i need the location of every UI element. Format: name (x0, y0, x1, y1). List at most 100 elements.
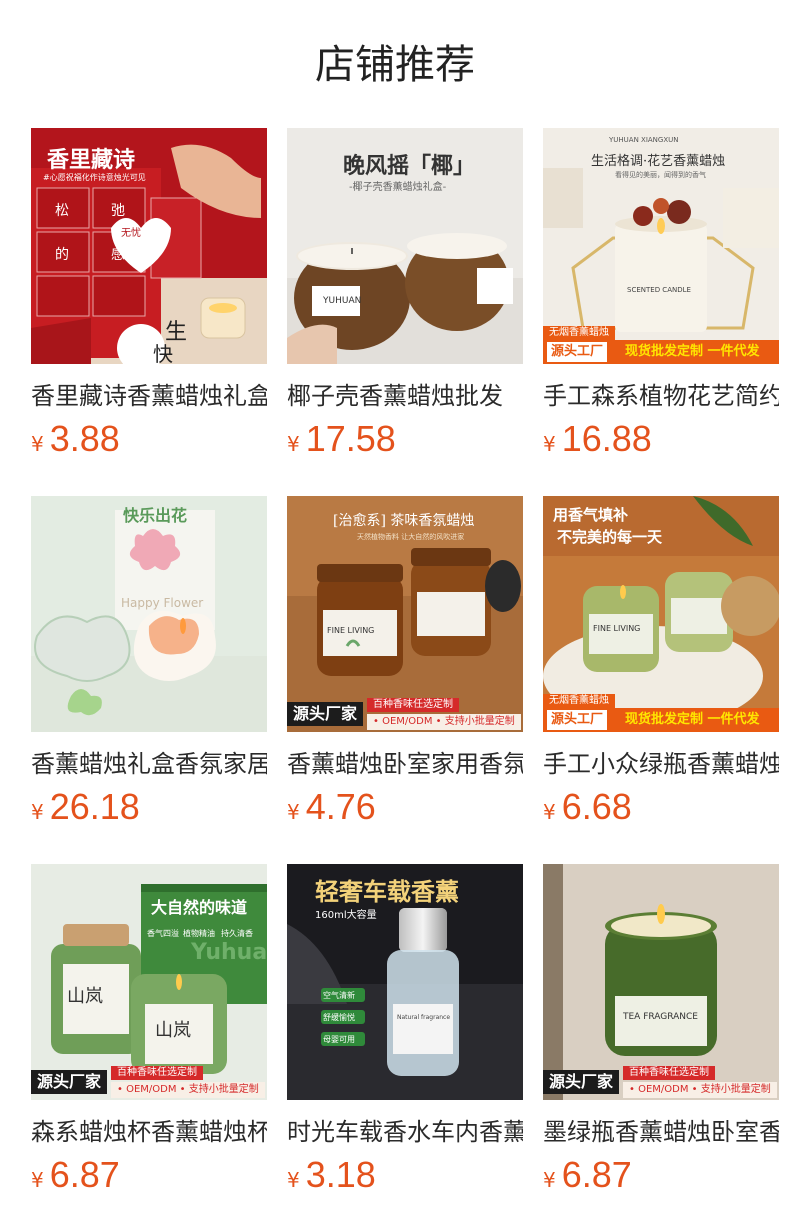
price-value: 6.87 (49, 1154, 120, 1195)
custom-badge: 百种香味任选定制 (623, 1066, 715, 1080)
product-name[interactable]: 香里藏诗香薰蜡烛礼盒 (31, 380, 267, 412)
box-text: 快乐出花 (123, 506, 188, 525)
page-title: 店铺推荐 (315, 42, 475, 88)
jar-label: FINE LIVING (593, 624, 641, 633)
image-subtitle: -椰子壳香薰蜡烛礼盒- (349, 182, 447, 193)
promo-small-tag: 无烟香薰蜡烛 (543, 694, 615, 708)
product-image[interactable]: 快乐出花 Happy Flower (31, 496, 267, 732)
price-value: 3.18 (305, 1154, 376, 1195)
promo-factory-tag: 源头工厂 (547, 342, 608, 362)
jar-label: TEA FRAGRANCE (623, 1012, 698, 1022)
product-price: ¥17.58 (287, 418, 396, 460)
jar-label: YUHUAN (323, 296, 362, 306)
image-tile-text: 快 (153, 342, 173, 364)
image-subtitle: #心愿祝福化作诗意烛光可见 (43, 173, 146, 182)
currency-symbol: ¥ (31, 800, 44, 824)
price-value: 6.87 (561, 1154, 632, 1195)
promo-offer-text: 现货批发定制 一件代发 (625, 712, 760, 727)
factory-badge: 源头厂家 (31, 1070, 108, 1094)
image-title: 香里藏诗 (47, 147, 136, 173)
factory-badge: 源头厂家 (543, 1070, 620, 1094)
image-title: [治愈系] 茶味香氛蜡烛 (333, 513, 475, 529)
image-chip: 植物精油 (183, 929, 215, 938)
price-value: 3.88 (49, 418, 120, 459)
product-image[interactable]: 用香气填补 不完美的每一天 FINE LIVING 无烟香薰蜡烛 源头工厂 现货… (543, 496, 779, 732)
image-title: 晚风摇「椰」 (343, 153, 476, 179)
price-value: 17.58 (305, 418, 396, 459)
oem-badge: • OEM/ODM • 支持小批量定制 (111, 1082, 265, 1098)
product-name[interactable]: 墨绿瓶香薰蜡烛卧室香 (543, 1116, 779, 1148)
oem-badge: • OEM/ODM • 支持小批量定制 (367, 714, 521, 730)
jar-label: 山岚 (67, 986, 103, 1007)
image-subtitle: 看得见的美丽，闻得到的香气 (615, 171, 706, 179)
image-title: 生活格调·花艺香薰蜡烛 (591, 154, 726, 169)
jar-label: SCENTED CANDLE (627, 286, 691, 294)
jar-label: 山岚 (155, 1020, 191, 1041)
product-name[interactable]: 香薰蜡烛礼盒香氛家居 (31, 748, 267, 780)
product-image[interactable]: 大自然的味道 香气四溢 植物精油 持久清香 Yuhuan 山岚 山岚 源头厂家 … (31, 864, 267, 1100)
promo-factory-tag: 源头工厂 (547, 710, 608, 730)
currency-symbol: ¥ (543, 1168, 556, 1192)
image-chip: 香气四溢 (147, 929, 179, 938)
factory-badge: 源头厂家 (287, 702, 364, 726)
image-top-text: YUHUAN XIANGXUN (609, 136, 679, 144)
product-price: ¥4.76 (287, 786, 376, 828)
product-name[interactable]: 香薰蜡烛卧室家用香氛 (287, 748, 523, 780)
product-image[interactable]: 香里藏诗 #心愿祝福化作诗意烛光可见 松 弛 的 感 无忧 生 快 (31, 128, 267, 364)
image-tile-text: 弛 (111, 203, 125, 219)
currency-symbol: ¥ (287, 432, 300, 456)
image-tile-text: 的 (55, 247, 69, 263)
product-image[interactable]: YUHUAN XIANGXUN 生活格调·花艺香薰蜡烛 看得见的美丽，闻得到的香… (543, 128, 779, 364)
price-value: 26.18 (49, 786, 140, 827)
image-tile-text: 松 (55, 203, 69, 219)
bottle-label: Natural fragrance (397, 1014, 451, 1021)
product-image[interactable]: TEA FRAGRANCE 源头厂家 百种香味任选定制 • OEM/ODM • … (543, 864, 779, 1100)
product-price: ¥6.87 (31, 1154, 120, 1196)
currency-symbol: ¥ (31, 1168, 44, 1192)
image-chip: 母婴可用 (323, 1035, 355, 1044)
product-name[interactable]: 手工森系植物花艺简约 (543, 380, 779, 412)
image-tile-text: 无忧 (121, 228, 141, 239)
product-price: ¥16.88 (543, 418, 652, 460)
product-name[interactable]: 手工小众绿瓶香薰蜡烛 (543, 748, 779, 780)
custom-badge: 百种香味任选定制 (111, 1066, 203, 1080)
promo-strip: 无烟香薰蜡烛 源头工厂 现货批发定制 一件代发 (543, 694, 779, 732)
image-title: 轻奢车载香薰 (315, 878, 459, 906)
promo-strip: 无烟香薰蜡烛 源头工厂 现货批发定制 一件代发 (543, 326, 779, 364)
product-price: ¥3.88 (31, 418, 120, 460)
box-text: Yuhuan (191, 940, 267, 965)
image-subtitle: 天然植物香料 让大自然的风吹进家 (357, 533, 465, 541)
product-image[interactable]: 轻奢车载香薰 160ml大容量 空气清新 舒缓愉悦 母婴可用 Natural f… (287, 864, 523, 1100)
product-image[interactable]: [治愈系] 茶味香氛蜡烛 天然植物香料 让大自然的风吹进家 FINE LIVIN… (287, 496, 523, 732)
promo-offer-text: 现货批发定制 一件代发 (625, 344, 760, 359)
product-name[interactable]: 椰子壳香薰蜡烛批发 (287, 380, 523, 412)
product-name[interactable]: 时光车载香水车内香薰 (287, 1116, 523, 1148)
product-price: ¥26.18 (31, 786, 140, 828)
currency-symbol: ¥ (543, 800, 556, 824)
product-price: ¥6.68 (543, 786, 632, 828)
product-image[interactable]: 晚风摇「椰」 -椰子壳香薰蜡烛礼盒- YUHUAN (287, 128, 523, 364)
oem-badge: • OEM/ODM • 支持小批量定制 (623, 1082, 777, 1098)
currency-symbol: ¥ (287, 1168, 300, 1192)
image-title: 大自然的味道 (151, 898, 248, 917)
image-chip: 空气清新 (323, 991, 355, 1000)
product-name[interactable]: 森系蜡烛杯香薰蜡烛杯 (31, 1116, 267, 1148)
image-title-2: 不完美的每一天 (557, 528, 663, 546)
price-value: 6.68 (561, 786, 632, 827)
currency-symbol: ¥ (543, 432, 556, 456)
price-value: 16.88 (561, 418, 652, 459)
currency-symbol: ¥ (31, 432, 44, 456)
currency-symbol: ¥ (287, 800, 300, 824)
custom-badge: 百种香味任选定制 (367, 698, 459, 712)
product-price: ¥6.87 (543, 1154, 632, 1196)
image-tile-text: 感 (111, 247, 125, 263)
image-title: 用香气填补 (553, 506, 629, 524)
image-chip: 持久清香 (221, 929, 253, 938)
price-value: 4.76 (305, 786, 376, 827)
product-price: ¥3.18 (287, 1154, 376, 1196)
image-chip: 舒缓愉悦 (323, 1013, 355, 1022)
jar-label: FINE LIVING (327, 626, 375, 635)
promo-small-tag: 无烟香薰蜡烛 (543, 326, 615, 340)
image-subtitle: 160ml大容量 (315, 910, 377, 921)
box-text-en: Happy Flower (121, 596, 204, 610)
